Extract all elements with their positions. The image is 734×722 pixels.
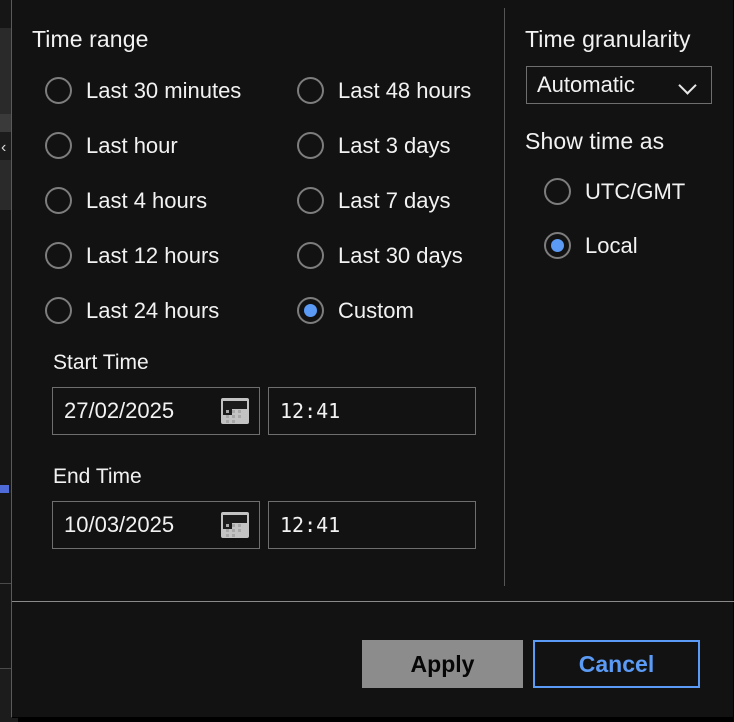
radio-label: UTC/GMT: [585, 178, 686, 204]
radio-indicator: [45, 187, 72, 214]
time-granularity-select[interactable]: Automatic: [526, 66, 712, 104]
start-time-input[interactable]: 12:41: [268, 387, 476, 435]
show-time-as-title: Show time as: [525, 128, 665, 154]
radio-label: Last 30 minutes: [86, 77, 242, 103]
radio-indicator: [45, 242, 72, 269]
dialog-footer: Apply Cancel: [12, 602, 734, 718]
radio-last-4-hours[interactable]: Last 4 hours: [45, 187, 207, 214]
start-time-label: Start Time: [53, 351, 149, 374]
radio-label: Last 7 days: [338, 187, 451, 213]
pane-divider: [504, 8, 505, 586]
chevron-down-icon: [679, 79, 697, 91]
radio-indicator: [45, 77, 72, 104]
radio-label: Last 12 hours: [86, 242, 220, 268]
radio-label: Last 3 days: [338, 132, 451, 158]
radio-label: Last hour: [86, 132, 178, 158]
calendar-icon[interactable]: [221, 398, 249, 424]
end-time-value: 12:41: [280, 513, 341, 537]
radio-label: Last 24 hours: [86, 297, 220, 323]
time-granularity-title: Time granularity: [525, 26, 691, 52]
radio-label: Last 30 days: [338, 242, 463, 268]
time-range-title: Time range: [32, 26, 149, 52]
radio-indicator: [297, 77, 324, 104]
radio-label: Last 4 hours: [86, 187, 208, 213]
radio-last-30-days[interactable]: Last 30 days: [297, 242, 463, 269]
radio-local[interactable]: Local: [544, 232, 638, 259]
dialog-body: Time range Last 30 minutes Last hour Las…: [12, 0, 733, 601]
background-accent-marker: [0, 485, 9, 493]
start-time-value: 12:41: [280, 399, 341, 423]
radio-last-48-hours[interactable]: Last 48 hours: [297, 77, 471, 104]
time-range-dialog: Time range Last 30 minutes Last hour Las…: [11, 0, 734, 718]
radio-last-24-hours[interactable]: Last 24 hours: [45, 297, 219, 324]
time-granularity-value: Automatic: [537, 72, 635, 97]
radio-label: Local: [585, 232, 638, 258]
radio-indicator-selected: [544, 232, 571, 259]
end-time-label: End Time: [53, 465, 142, 488]
radio-indicator-selected: [297, 297, 324, 324]
calendar-icon[interactable]: [221, 512, 249, 538]
end-time-input[interactable]: 12:41: [268, 501, 476, 549]
apply-button[interactable]: Apply: [362, 640, 523, 688]
radio-last-30-minutes[interactable]: Last 30 minutes: [45, 77, 241, 104]
radio-indicator: [45, 297, 72, 324]
start-date-value: 27/02/2025: [64, 398, 175, 423]
radio-indicator: [544, 178, 571, 205]
radio-indicator: [297, 242, 324, 269]
radio-indicator: [297, 132, 324, 159]
end-date-input[interactable]: 10/03/2025: [52, 501, 260, 549]
cancel-button[interactable]: Cancel: [533, 640, 700, 688]
radio-indicator: [297, 187, 324, 214]
end-date-value: 10/03/2025: [64, 512, 175, 537]
radio-custom[interactable]: Custom: [297, 297, 414, 324]
radio-label: Custom: [338, 297, 414, 323]
radio-indicator: [45, 132, 72, 159]
radio-last-hour[interactable]: Last hour: [45, 132, 178, 159]
radio-utc-gmt[interactable]: UTC/GMT: [544, 178, 685, 205]
radio-last-12-hours[interactable]: Last 12 hours: [45, 242, 219, 269]
radio-last-3-days[interactable]: Last 3 days: [297, 132, 451, 159]
radio-label: Last 48 hours: [338, 77, 472, 103]
start-date-input[interactable]: 27/02/2025: [52, 387, 260, 435]
radio-last-7-days[interactable]: Last 7 days: [297, 187, 451, 214]
